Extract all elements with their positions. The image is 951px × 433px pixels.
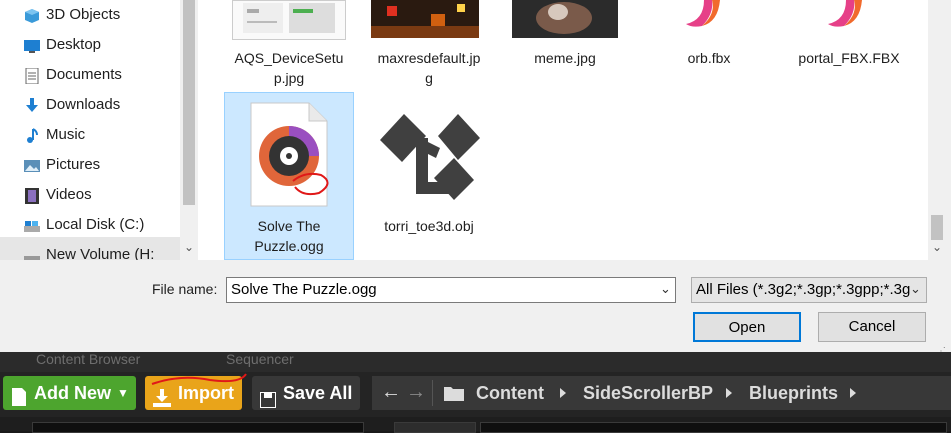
file-name-label[interactable]: AQS_DeviceSetu p.jpg <box>226 48 352 88</box>
tab-sequencer[interactable]: Sequencer <box>226 352 294 366</box>
breadcrumb-item-sidescrollerbp[interactable]: SideScrollerBP <box>583 376 713 410</box>
videos-icon <box>24 187 40 204</box>
file-name-label[interactable]: Solve The Puzzle.ogg <box>224 216 354 256</box>
nav-item-label: Pictures <box>46 156 101 173</box>
file-name-label[interactable]: torri_toe3d.obj <box>362 216 496 236</box>
divider <box>432 380 433 406</box>
desktop-icon <box>24 37 40 53</box>
nav-item-label: 3D Objects <box>46 6 121 23</box>
3d-objects-icon <box>24 7 40 23</box>
file-thumbnail[interactable] <box>822 0 870 30</box>
cancel-button[interactable]: Cancel <box>818 312 926 342</box>
chevron-down-icon: ▼ <box>117 386 129 400</box>
nav-item-label: Documents <box>46 66 122 83</box>
file-name-label[interactable]: orb.fbx <box>644 48 774 68</box>
navigation-pane: 3D Objects Desktop Documents Downloads M… <box>0 0 198 260</box>
file-scrollbar-thumb[interactable] <box>931 215 943 240</box>
nav-item-label: Local Disk (C:) <box>46 216 145 233</box>
breadcrumb-separator-icon[interactable] <box>560 388 566 398</box>
downloads-icon <box>24 97 40 113</box>
scroll-down-arrow-icon[interactable]: ⌄ <box>932 240 942 254</box>
file-thumbnail[interactable] <box>512 0 618 38</box>
nav-item-label: New Volume (H: <box>46 246 155 260</box>
search-paths-input[interactable] <box>32 422 364 433</box>
audio-file-icon <box>249 101 329 208</box>
nav-item-pictures[interactable]: Pictures <box>24 152 196 178</box>
nav-item-music[interactable]: Music <box>27 122 196 148</box>
new-file-icon <box>11 384 27 418</box>
breadcrumb-item-content[interactable]: Content <box>476 376 544 410</box>
file-name-label[interactable]: portal_FBX.FBX <box>784 48 914 68</box>
nav-scrollbar-thumb[interactable] <box>183 0 195 205</box>
nav-item-label: Desktop <box>46 36 102 53</box>
breadcrumb-item-blueprints[interactable]: Blueprints <box>749 376 838 410</box>
file-name-label[interactable]: meme.jpg <box>500 48 630 68</box>
file-name-label[interactable]: maxresdefault.jp g <box>362 48 496 88</box>
save-all-button[interactable]: Save All <box>252 376 360 410</box>
red-annotation-mark <box>150 372 250 397</box>
nav-item-3d-objects[interactable]: 3D Objects <box>25 2 196 28</box>
filename-input[interactable]: Solve The Puzzle.ogg <box>226 277 676 303</box>
forward-arrow-icon[interactable]: → <box>406 381 426 404</box>
local-disk-icon <box>24 217 40 233</box>
file-type-filter[interactable]: All Files (*.3g2;*.3gp;*.3gpp;*.3g <box>691 277 927 303</box>
nav-item-local-disk[interactable]: Local Disk (C:) <box>24 212 196 238</box>
filters-button[interactable] <box>394 422 476 433</box>
nav-item-videos[interactable]: Videos <box>25 182 196 208</box>
chevron-down-icon[interactable]: ⌄ <box>660 281 671 297</box>
nav-item-label: Downloads <box>46 96 121 113</box>
breadcrumb-separator-icon[interactable] <box>726 388 732 398</box>
file-thumbnail[interactable] <box>680 0 728 30</box>
nav-item-downloads[interactable]: Downloads <box>26 92 196 118</box>
back-arrow-icon[interactable]: ← <box>381 381 401 404</box>
editor-tab-strip <box>0 352 951 372</box>
tab-content-browser[interactable]: Content Browser <box>36 352 140 366</box>
music-icon <box>24 127 40 143</box>
open-button[interactable]: Open <box>693 312 801 342</box>
add-new-button[interactable]: Add New ▼ <box>3 376 136 410</box>
filename-label: File name: <box>152 281 218 297</box>
file-thumbnail[interactable] <box>232 0 346 40</box>
chevron-down-icon[interactable]: ⌄ <box>910 281 921 297</box>
nav-item-documents[interactable]: Documents <box>25 62 196 88</box>
scroll-down-arrow-icon[interactable]: ⌄ <box>184 240 194 254</box>
breadcrumb-separator-icon[interactable] <box>850 388 856 398</box>
pictures-icon <box>24 157 40 173</box>
new-volume-icon <box>24 247 40 260</box>
search-assets-input[interactable] <box>480 422 947 433</box>
nav-item-label: Music <box>46 126 86 143</box>
folder-icon[interactable] <box>444 385 464 406</box>
nav-item-new-volume[interactable]: New Volume (H: <box>24 242 196 260</box>
nav-item-desktop[interactable]: Desktop <box>24 32 196 58</box>
obj-file-icon <box>374 100 484 208</box>
file-thumbnail[interactable] <box>371 0 479 38</box>
documents-icon <box>24 67 40 85</box>
save-icon <box>259 385 277 419</box>
nav-item-label: Videos <box>46 186 92 203</box>
